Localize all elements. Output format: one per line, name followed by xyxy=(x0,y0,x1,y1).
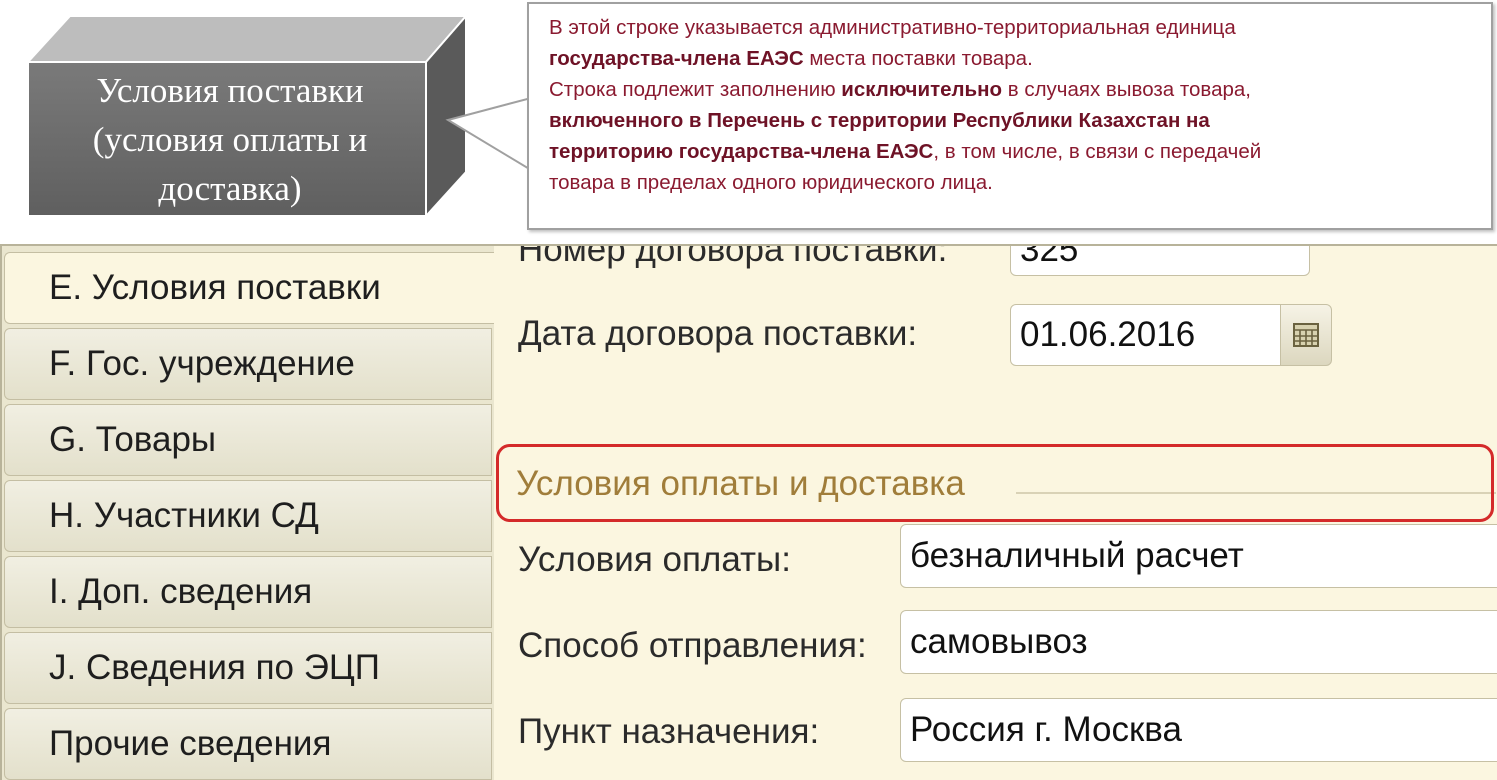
contract-number-label: Номер договора поставки: xyxy=(518,244,948,269)
payment-terms-label: Условия оплаты: xyxy=(518,540,791,579)
tab-label: I. Доп. сведения xyxy=(49,572,313,611)
destination-highlight xyxy=(496,444,1494,522)
callout-line6: товара в пределах одного юридического ли… xyxy=(549,171,993,194)
shipping-method-label: Способ отправления: xyxy=(518,626,867,665)
calendar-button[interactable] xyxy=(1280,304,1332,366)
tab-label: Е. Условия поставки xyxy=(49,268,381,307)
callout-line3: Строка подлежит заполнению исключительно… xyxy=(549,74,1479,105)
tab-gov-institution[interactable]: F. Гос. учреждение xyxy=(4,328,492,400)
tab-digital-signature[interactable]: J. Сведения по ЭЦП xyxy=(4,632,492,704)
callout-line3-start: Строка подлежит заполнению xyxy=(549,78,842,101)
destination-field[interactable]: Россия г. Москва xyxy=(900,698,1497,762)
callout-line1: В этой строке указывается административн… xyxy=(549,16,1236,39)
callout-exclusively-bold: исключительно xyxy=(841,78,1003,101)
callout-line4: включенного в Перечень с территории Респ… xyxy=(549,105,1479,136)
callout-line2-rest: места поставки товара. xyxy=(803,47,1033,70)
tab-other-info[interactable]: Прочие сведения xyxy=(4,708,492,780)
callout-territory-bold: территорию государства-члена ЕАЭС xyxy=(549,140,934,163)
callout-list-bold: включенного в Перечень с территории Респ… xyxy=(549,109,1210,132)
callout-line3-rest: в случаях вывоза товара, xyxy=(1002,78,1251,101)
destination-label: Пункт назначения: xyxy=(518,712,820,751)
tab-goods[interactable]: G. Товары xyxy=(4,404,492,476)
contract-number-field[interactable]: 325 xyxy=(1010,246,1310,276)
tab-label: G. Товары xyxy=(49,420,217,459)
callout-line5: территорию государства-члена ЕАЭС, в том… xyxy=(549,136,1479,167)
callout-line2: государства-члена ЕАЭС места поставки то… xyxy=(549,43,1479,74)
tab-additional-info[interactable]: I. Доп. сведения xyxy=(4,556,492,628)
section-tabs: Е. Условия поставки F. Гос. учреждение G… xyxy=(2,246,496,780)
calendar-icon xyxy=(1293,323,1319,347)
tab-label: F. Гос. учреждение xyxy=(49,344,355,383)
tab-delivery-terms[interactable]: Е. Условия поставки xyxy=(4,252,496,324)
callout-pointer xyxy=(445,96,532,172)
tab-label: J. Сведения по ЭЦП xyxy=(49,648,380,687)
tab-label: Прочие сведения xyxy=(49,724,332,763)
callout-note: В этой строке указывается административн… xyxy=(527,2,1493,230)
tab-participants[interactable]: Н. Участники СД xyxy=(4,480,492,552)
payment-terms-field[interactable]: безналичный расчет xyxy=(900,524,1497,588)
callout-eaes-bold: государства-члена ЕАЭС xyxy=(549,47,804,70)
contract-date-field[interactable]: 01.06.2016 xyxy=(1010,304,1286,366)
tab-label: Н. Участники СД xyxy=(49,496,319,535)
shipping-method-field[interactable]: самовывоз xyxy=(900,610,1497,674)
contract-date-label: Дата договора поставки: xyxy=(518,314,918,353)
callout-line5-rest: , в том числе, в связи с передачей xyxy=(933,140,1262,163)
